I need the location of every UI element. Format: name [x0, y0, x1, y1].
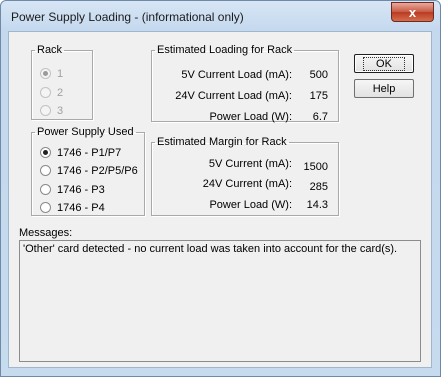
estimated-margin-legend: Estimated Margin for Rack: [157, 136, 287, 148]
close-icon: x: [408, 5, 417, 20]
load-power-label: Power Load (W):: [209, 111, 292, 123]
message-text: 'Other' card detected - no current load …: [23, 243, 398, 255]
rack-group: Rack 1 2 3: [31, 44, 93, 120]
rack-radio-2[interactable]: 2: [40, 87, 63, 99]
estimated-margin-group: Estimated Margin for Rack 5V Current (mA…: [151, 136, 339, 216]
power-supply-radio-p1p7[interactable]: 1746 - P1/P7: [40, 147, 121, 159]
rack-radio-1[interactable]: 1: [40, 68, 63, 80]
estimated-loading-legend: Estimated Loading for Rack: [157, 44, 293, 56]
radio-icon: [40, 165, 51, 176]
help-button[interactable]: Help: [354, 79, 414, 98]
power-supply-radio-p2p5p6[interactable]: 1746 - P2/P5/P6: [40, 165, 138, 177]
radio-icon: [40, 87, 51, 98]
radio-icon: [40, 105, 51, 116]
power-supply-radio-label: 1746 - P3: [57, 184, 105, 196]
margin-5v-label: 5V Current (mA):: [208, 158, 292, 170]
load-5v-label: 5V Current Load (mA):: [181, 69, 292, 81]
dialog-window: Power Supply Loading - (informational on…: [0, 0, 441, 377]
estimated-loading-group: Estimated Loading for Rack 5V Current Lo…: [151, 44, 339, 123]
margin-power-value: 14.3: [306, 199, 328, 211]
power-supply-radio-label: 1746 - P1/P7: [57, 147, 122, 159]
rack-radio-label: 3: [57, 105, 64, 117]
load-24v-value: 175: [309, 90, 328, 102]
radio-selected-icon: [40, 147, 51, 158]
power-supply-legend: Power Supply Used: [37, 126, 134, 138]
dialog-client-area: Rack 1 2 3 Estimated Loading for Rack 5V…: [8, 31, 432, 368]
rack-radio-3[interactable]: 3: [40, 105, 63, 117]
load-24v-label: 24V Current Load (mA):: [175, 90, 292, 102]
close-button[interactable]: x: [391, 2, 434, 22]
power-supply-radio-label: 1746 - P4: [57, 202, 105, 214]
power-supply-group: Power Supply Used 1746 - P1/P7 1746 - P2…: [31, 126, 145, 216]
rack-group-legend: Rack: [37, 44, 63, 56]
radio-icon: [40, 184, 51, 195]
margin-power-label: Power Load (W):: [209, 199, 292, 211]
power-supply-radio-p4[interactable]: 1746 - P4: [40, 202, 105, 214]
rack-radio-label: 1: [57, 68, 64, 80]
messages-label: Messages:: [19, 227, 73, 239]
rack-radio-label: 2: [57, 87, 64, 99]
margin-24v-value: 285: [309, 181, 328, 193]
help-button-label: Help: [372, 83, 396, 95]
messages-box[interactable]: 'Other' card detected - no current load …: [19, 240, 421, 362]
load-power-value: 6.7: [312, 111, 328, 123]
ok-button-label: OK: [363, 57, 405, 71]
power-supply-radio-p3[interactable]: 1746 - P3: [40, 184, 105, 196]
radio-selected-icon: [40, 68, 51, 79]
margin-5v-value: 1500: [303, 161, 328, 173]
title-bar[interactable]: Power Supply Loading - (informational on…: [1, 1, 440, 31]
radio-icon: [40, 202, 51, 213]
margin-24v-label: 24V Current (mA):: [202, 178, 292, 190]
window-title: Power Supply Loading - (informational on…: [11, 10, 244, 24]
power-supply-radio-label: 1746 - P2/P5/P6: [57, 165, 138, 177]
load-5v-value: 500: [309, 69, 328, 81]
ok-button[interactable]: OK: [354, 54, 414, 73]
